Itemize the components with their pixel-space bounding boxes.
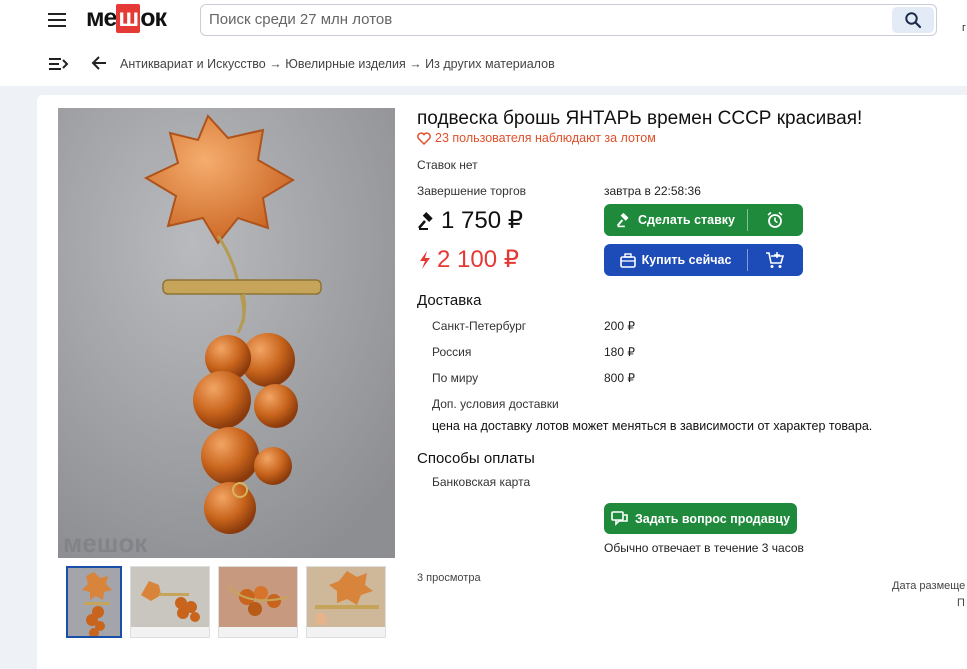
logo[interactable]: мешок <box>86 4 167 33</box>
ask-seller-button[interactable]: Задать вопрос продавцу <box>604 503 797 534</box>
delivery-price: 200 ₽ <box>604 319 635 333</box>
posted-date-label: Дата размеще <box>892 580 966 592</box>
main-product-image[interactable]: мешок <box>58 108 395 558</box>
delivery-note: цена на доставку лотов может меняться в … <box>432 419 873 433</box>
buy-now-label: Купить сейчас <box>641 253 732 267</box>
thumbnail-4[interactable] <box>306 566 386 638</box>
gavel-icon <box>418 211 433 230</box>
delivery-extra-label: Доп. условия доставки <box>432 397 559 411</box>
payment-method: Банковская карта <box>432 475 531 489</box>
lightning-icon <box>420 250 430 269</box>
bid-reminder-button[interactable] <box>747 204 803 236</box>
delivery-price: 800 ₽ <box>604 371 635 385</box>
menu-icon[interactable] <box>48 13 66 27</box>
ask-seller-label: Задать вопрос продавцу <box>634 511 791 526</box>
buy-now-button[interactable]: Купить сейчас <box>604 244 747 276</box>
payment-title: Способы оплаты <box>417 450 535 467</box>
end-value: завтра в 22:58:36 <box>604 184 701 198</box>
thumbnail-2[interactable] <box>130 566 210 638</box>
bid-price: 1 750 ₽ <box>417 206 523 235</box>
delivery-title: Доставка <box>417 292 482 309</box>
search-button[interactable] <box>892 7 934 33</box>
bid-price-value: 1 750 ₽ <box>441 207 523 234</box>
place-bid-label: Сделать ставку <box>637 213 735 227</box>
briefcase-icon <box>619 252 636 268</box>
back-arrow-icon[interactable] <box>91 55 107 71</box>
search-input[interactable] <box>209 11 889 28</box>
buy-price: 2 100 ₽ <box>417 245 519 274</box>
search-icon <box>905 12 922 29</box>
delivery-region: Санкт-Петербург <box>432 319 527 333</box>
add-to-cart-button[interactable] <box>747 244 803 276</box>
header-cut-text: г <box>962 22 967 34</box>
delivery-region: Россия <box>432 345 472 359</box>
gavel-icon <box>616 212 629 228</box>
top-bar: мешок г Антиквариат и Искусство → Ювелир… <box>0 0 967 86</box>
buy-price-value: 2 100 ₽ <box>437 246 519 273</box>
breadcrumb[interactable]: Антиквариат и Искусство → Ювелирные изде… <box>120 57 555 71</box>
end-label: Завершение торгов <box>417 184 527 198</box>
posted-date-sub: П <box>957 597 965 609</box>
views-count: 3 просмотра <box>417 572 481 584</box>
thumbnail-1[interactable] <box>66 566 122 638</box>
delivery-region: По миру <box>432 371 479 385</box>
image-watermark: мешок <box>63 528 148 558</box>
reply-time-note: Обычно отвечает в течение 3 часов <box>604 541 804 555</box>
lot-title: подвеска брошь ЯНТАРЬ времен СССР красив… <box>417 108 863 129</box>
place-bid-button[interactable]: Сделать ставку <box>604 204 747 236</box>
collapse-menu-icon[interactable] <box>49 57 69 71</box>
delivery-price: 180 ₽ <box>604 345 635 359</box>
heart-icon <box>417 131 431 145</box>
add-to-cart-icon <box>766 252 785 268</box>
bids-status: Ставок нет <box>417 158 478 172</box>
watchers-text: 23 пользователя наблюдают за лотом <box>435 131 656 145</box>
thumbnail-3[interactable] <box>218 566 298 638</box>
chat-icon <box>611 510 628 526</box>
watchers-link[interactable]: 23 пользователя наблюдают за лотом <box>417 131 656 145</box>
search-bar <box>200 4 937 36</box>
alarm-clock-icon <box>767 211 783 228</box>
